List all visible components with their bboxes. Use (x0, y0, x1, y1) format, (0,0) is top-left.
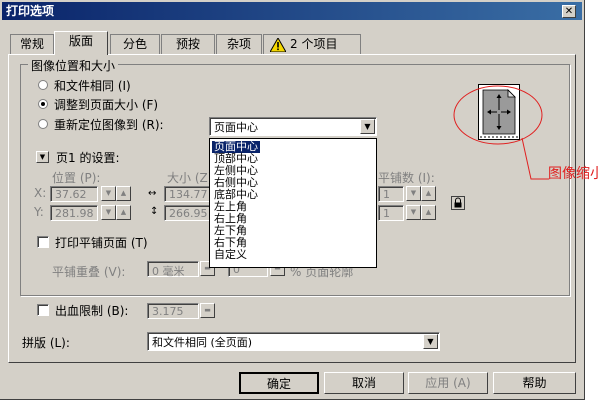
imposition-value: 和文件相同 (全页面) (152, 336, 253, 349)
width-value: 134.77 (169, 188, 208, 201)
tab-general[interactable]: 常规 (10, 34, 54, 54)
width-arrow-icon: ↔ (148, 188, 157, 199)
print-tiled-label: 打印平铺页面 (T) (55, 236, 148, 250)
position-label: 位置 (P): (52, 171, 101, 185)
page-settings-title: 页1 的设置: (56, 151, 120, 165)
reposition-options-list[interactable]: 页面中心 顶部中心 左侧中心 右侧中心 底部中心 左上角 右上角 左下角 右下角… (209, 138, 377, 268)
tab-layout-label: 版面 (68, 34, 93, 48)
radio-same-as-document[interactable] (38, 80, 48, 90)
y-spin-up[interactable]: ▲ (116, 205, 131, 220)
y-label: Y: (34, 205, 44, 219)
radio-same-label: 和文件相同 (I) (54, 79, 131, 93)
tab-layout[interactable]: 版面 (54, 31, 108, 55)
tab-misc[interactable]: 杂项 (216, 34, 262, 54)
apply-button[interactable]: 应用 (A) (408, 372, 488, 394)
overlap-value: 0 毫米 (152, 265, 185, 278)
tile-x-spin-down[interactable]: ▼ (406, 186, 421, 201)
ok-button[interactable]: 确定 (239, 372, 319, 394)
y-position-value: 281.98 (55, 207, 94, 220)
annotation-label: 图像缩小 (548, 166, 600, 182)
tile-x-spin-up[interactable]: ▲ (421, 186, 436, 201)
overlap-field[interactable]: 0 毫米 (147, 261, 199, 278)
radio-fit-label: 调整到页面大小 (F) (54, 98, 159, 112)
bleed-spin[interactable]: ▬ (200, 303, 215, 318)
reposition-value: 页面中心 (214, 121, 258, 134)
height-field[interactable]: 266.95 (164, 205, 210, 221)
width-field[interactable]: 134.77 (164, 186, 210, 202)
y-position-field[interactable]: 281.98 (50, 205, 98, 221)
list-item[interactable]: 自定义 (212, 249, 249, 261)
window-titlebar: 打印选项 ✕ (2, 2, 582, 20)
x-spin-down[interactable]: ▼ (101, 186, 116, 201)
x-spin-up[interactable]: ▲ (116, 186, 131, 201)
radio-reposition-label: 重新定位图像到 (R): (54, 118, 164, 132)
overlap-label: 平铺重叠 (V): (52, 265, 126, 279)
tile-y-field[interactable]: 1 (378, 205, 404, 221)
tab-prepress-label: 预按 (175, 37, 200, 51)
x-position-field[interactable]: 37.62 (50, 186, 98, 202)
height-value: 266.95 (169, 207, 208, 220)
x-label: X: (34, 186, 47, 200)
print-options-dialog: 打印选项 ✕ 常规 版面 分色 预按 杂项 2 个项目 图像位置和大小 和文件相… (0, 0, 585, 400)
help-button[interactable]: 帮助 (493, 372, 576, 394)
imposition-dropdown[interactable]: 和文件相同 (全页面) ▼ (147, 332, 440, 351)
bleed-value: 3.175 (152, 305, 184, 318)
tile-count-label: 平铺数 (I): (378, 171, 435, 185)
tab-separations-label: 分色 (122, 37, 147, 51)
imposition-label: 拼版 (L): (22, 336, 70, 350)
radio-fit-to-page[interactable] (38, 99, 48, 109)
annotation-ellipse (453, 85, 543, 145)
tile-y-spin-up[interactable]: ▲ (421, 205, 436, 220)
tab-misc-label: 杂项 (226, 37, 251, 51)
warning-icon (270, 38, 286, 52)
tile-x-field[interactable]: 1 (378, 186, 404, 202)
tab-prepress[interactable]: 预按 (161, 34, 215, 54)
window-title: 打印选项 (6, 4, 55, 18)
y-spin-down[interactable]: ▼ (101, 205, 116, 220)
group-title: 图像位置和大小 (28, 57, 119, 74)
tab-issues[interactable]: 2 个项目 (263, 34, 361, 54)
x-position-value: 37.62 (55, 188, 87, 201)
tab-general-label: 常规 (19, 37, 44, 51)
radio-reposition[interactable] (38, 119, 48, 129)
tile-y-spin-down[interactable]: ▼ (406, 205, 421, 220)
bleed-checkbox[interactable] (37, 304, 49, 316)
lock-icon[interactable] (451, 196, 465, 210)
expand-page-settings-toggle[interactable]: ▼ (36, 151, 49, 163)
size-label: 大小 (Z) (167, 171, 213, 185)
bleed-label: 出血限制 (B): (55, 304, 129, 318)
chevron-down-icon[interactable]: ▼ (360, 119, 375, 134)
tab-separations[interactable]: 分色 (110, 34, 160, 54)
bleed-field[interactable]: 3.175 (147, 303, 199, 319)
close-button[interactable]: ✕ (562, 5, 576, 18)
tile-x-value: 1 (383, 188, 390, 201)
tab-issues-label: 2 个项目 (290, 37, 338, 51)
reposition-dropdown[interactable]: 页面中心 ▼ (209, 117, 377, 136)
tile-y-value: 1 (383, 207, 390, 220)
print-tiled-checkbox[interactable] (37, 236, 49, 248)
height-arrow-icon: ↕ (150, 206, 159, 217)
chevron-down-icon[interactable]: ▼ (423, 334, 438, 349)
annotation-leader-line (521, 137, 549, 180)
cancel-button[interactable]: 取消 (324, 372, 404, 394)
